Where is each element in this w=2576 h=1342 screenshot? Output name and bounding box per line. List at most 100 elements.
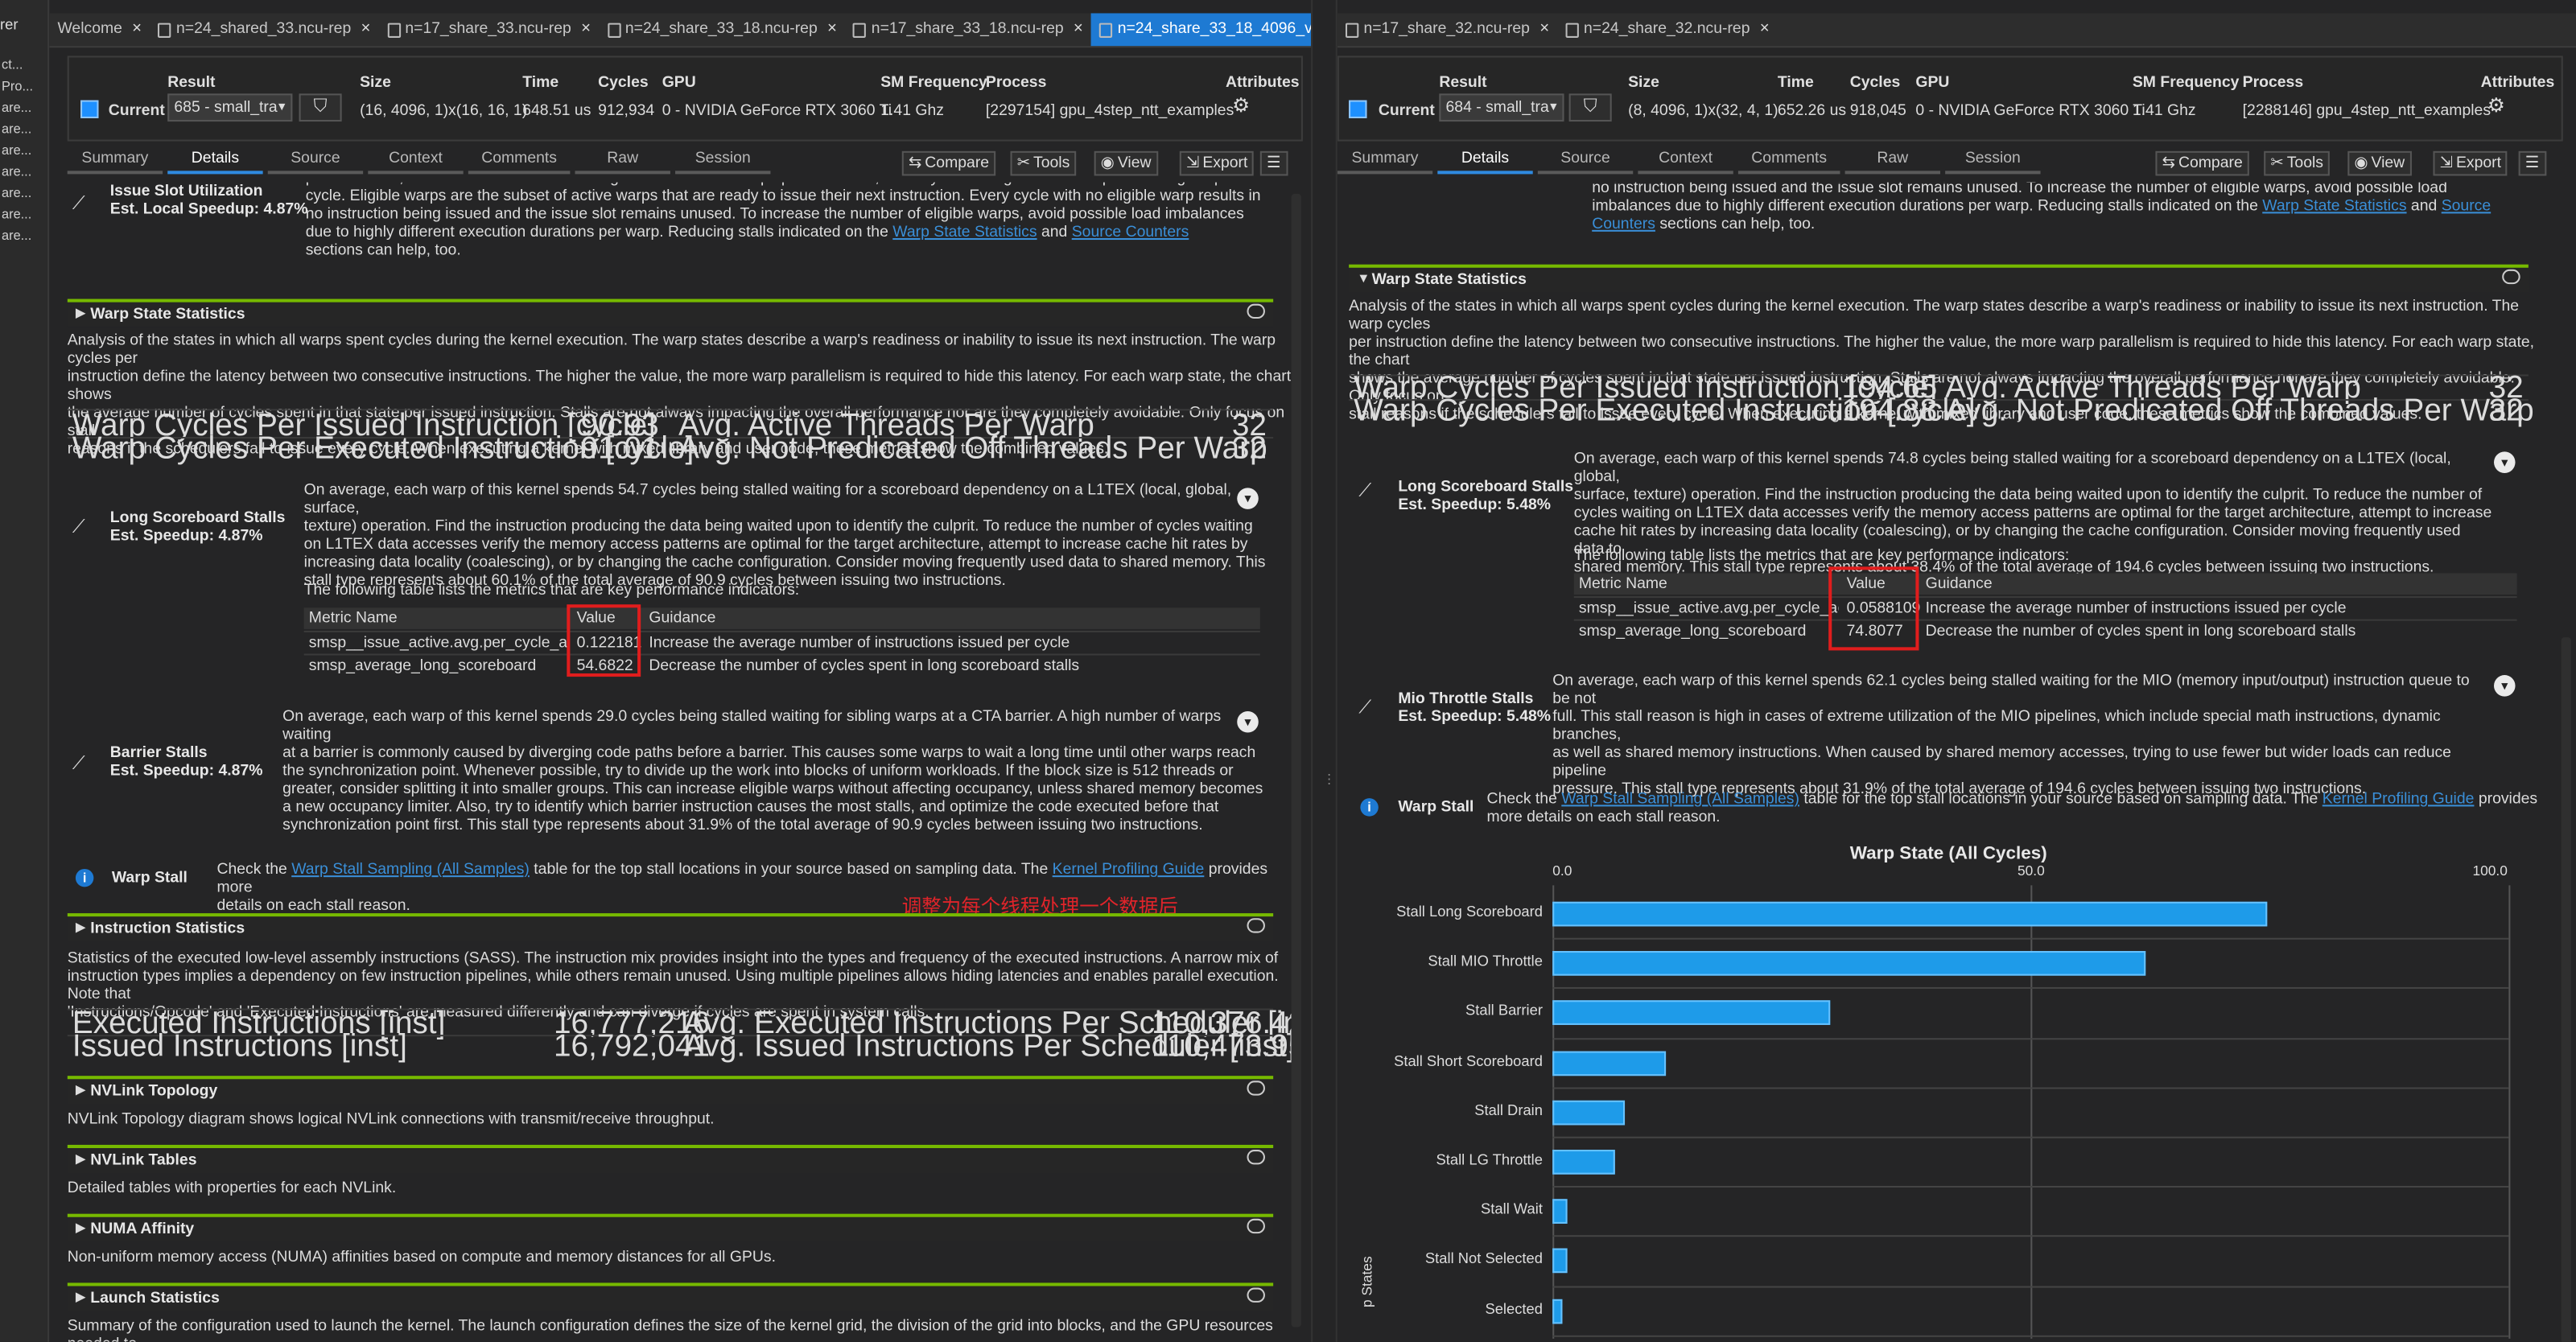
filter-button[interactable]: ⛉: [1568, 93, 1612, 122]
tab-session[interactable]: Session: [675, 148, 771, 175]
current-checkbox[interactable]: [1349, 100, 1367, 118]
tab-context[interactable]: Context: [1638, 148, 1733, 175]
explorer-item[interactable]: are...: [0, 118, 47, 140]
tab-raw[interactable]: Raw: [1844, 148, 1941, 175]
close-icon[interactable]: ×: [132, 13, 142, 46]
comment-icon[interactable]: [1247, 1150, 1265, 1165]
left-scrollbar[interactable]: [1291, 193, 1301, 1328]
warp-state-section-header[interactable]: ▶ Warp State Statistics: [67, 298, 1274, 327]
bar[interactable]: [1552, 1249, 1568, 1274]
y-category-label: Stall Long Scoreboard: [1396, 903, 1543, 920]
nvlink-topology-section-header[interactable]: ▶ NVLink Topology: [67, 1076, 1274, 1104]
source-counters-link[interactable]: Source: [2442, 197, 2491, 215]
close-icon[interactable]: ×: [827, 13, 837, 46]
close-icon[interactable]: ×: [581, 13, 591, 46]
view-button[interactable]: ◉ View: [1094, 150, 1158, 176]
file-tab[interactable]: n=24_share_32.ncu-rep ×: [1557, 13, 1778, 46]
export-button[interactable]: ⇲ Export: [1179, 150, 1255, 176]
tab-summary[interactable]: Summary: [67, 148, 163, 175]
tab-details[interactable]: Details: [1437, 148, 1533, 175]
explorer-item[interactable]: are...: [0, 161, 47, 183]
collapse-icon[interactable]: ▾: [1237, 710, 1259, 733]
launch-stats-section-header[interactable]: ▶ Launch Statistics: [67, 1282, 1274, 1311]
explorer-item[interactable]: are...: [0, 183, 47, 204]
gear-icon[interactable]: ⚙: [1232, 93, 1250, 117]
file-tab[interactable]: n=17_share_33.ncu-rep ×: [379, 13, 600, 46]
compare-button[interactable]: ⇆ Compare: [2155, 150, 2249, 176]
current-checkbox[interactable]: [80, 100, 99, 118]
comment-icon[interactable]: [2502, 269, 2520, 285]
warp-state-link[interactable]: Warp State Statistics: [892, 224, 1037, 241]
explorer-item[interactable]: are...: [0, 204, 47, 225]
explorer-item[interactable]: are...: [0, 225, 47, 247]
right-scrollbar[interactable]: [2561, 637, 2571, 1342]
comment-icon[interactable]: [1247, 918, 1265, 933]
close-icon[interactable]: ×: [1074, 13, 1083, 46]
file-tab[interactable]: Welcome ×: [49, 13, 150, 46]
bar[interactable]: [1552, 901, 2268, 927]
warp-state-link[interactable]: Warp State Statistics: [2262, 197, 2406, 215]
bar[interactable]: [1552, 1050, 1666, 1076]
tools-button[interactable]: ✂ Tools: [2264, 150, 2331, 176]
tab-session[interactable]: Session: [1945, 148, 2041, 175]
tab-source[interactable]: Source: [1537, 148, 1634, 175]
result-select[interactable]: 685 - small_tra ▼: [167, 93, 293, 122]
result-select[interactable]: 684 - small_tra ▼: [1439, 93, 1564, 122]
warp-state-section-header[interactable]: ▼ Warp State Statistics: [1349, 264, 2529, 293]
collapse-icon[interactable]: ▾: [2493, 451, 2516, 473]
file-tab[interactable]: n=24_share_33_18.ncu-rep ×: [599, 13, 845, 46]
close-icon[interactable]: ×: [361, 13, 371, 46]
comment-icon[interactable]: [1247, 303, 1265, 319]
panel-splitter[interactable]: ⋮: [1311, 0, 1337, 1342]
menu-button[interactable]: ☰: [2518, 150, 2546, 176]
close-icon[interactable]: ×: [1760, 13, 1770, 46]
bar[interactable]: [1552, 1001, 1830, 1026]
bar[interactable]: [1552, 1298, 1564, 1323]
warp-stall-sampling-link[interactable]: Warp Stall Sampling (All Samples): [1561, 790, 1799, 808]
explorer-item[interactable]: are...: [0, 140, 47, 162]
tab-source[interactable]: Source: [267, 148, 364, 175]
explorer-item[interactable]: Pro...: [0, 76, 47, 97]
tab-context[interactable]: Context: [368, 148, 464, 175]
file-tab[interactable]: n=17_share_33_18.ncu-rep ×: [845, 13, 1091, 46]
long-scoreboard-text: On average, each warp of this kernel spe…: [304, 481, 1273, 590]
bar[interactable]: [1552, 1150, 1616, 1175]
gear-icon[interactable]: ⚙: [2487, 93, 2505, 117]
tab-comments[interactable]: Comments: [1737, 148, 1840, 175]
file-tab[interactable]: n=17_share_32.ncu-rep ×: [1337, 13, 1558, 46]
bar[interactable]: [1552, 1100, 1625, 1126]
source-counters-link[interactable]: Counters: [1592, 215, 1655, 233]
export-label: Export: [1202, 154, 1248, 173]
instruction-stats-section-header[interactable]: ▶ Instruction Statistics: [67, 913, 1274, 941]
bar[interactable]: [1552, 951, 2147, 977]
text: sections can help, too.: [305, 241, 461, 260]
tab-raw[interactable]: Raw: [575, 148, 670, 175]
close-icon[interactable]: ×: [1539, 13, 1549, 46]
kernel-profiling-guide-link[interactable]: Kernel Profiling Guide: [2323, 790, 2475, 808]
collapse-icon[interactable]: ▾: [1237, 488, 1259, 509]
explorer-item[interactable]: are...: [0, 97, 47, 118]
explorer-item[interactable]: ct...: [0, 54, 47, 76]
nvlink-tables-section-header[interactable]: ▶ NVLink Tables: [67, 1144, 1274, 1173]
file-tab[interactable]: n=24_share_33_18_4096_v2.ncu-rep×: [1091, 13, 1312, 47]
comment-icon[interactable]: [1247, 1287, 1265, 1303]
numa-section-header[interactable]: ▶ NUMA Affinity: [67, 1213, 1274, 1242]
kernel-profiling-guide-link[interactable]: Kernel Profiling Guide: [1053, 861, 1205, 879]
tab-summary[interactable]: Summary: [1337, 148, 1433, 175]
export-button[interactable]: ⇲ Export: [2433, 150, 2508, 176]
file-tab[interactable]: n=24_shared_33.ncu-rep ×: [150, 13, 378, 46]
collapse-icon[interactable]: ▾: [2493, 675, 2516, 697]
source-counters-link[interactable]: Source Counters: [1072, 224, 1189, 241]
tab-details[interactable]: Details: [167, 148, 263, 175]
comment-icon[interactable]: [1247, 1081, 1265, 1096]
warp-stall-sampling-link[interactable]: Warp Stall Sampling (All Samples): [291, 861, 530, 879]
bar[interactable]: [1552, 1199, 1568, 1225]
filter-button[interactable]: ⛉: [299, 93, 342, 122]
comment-icon[interactable]: [1247, 1218, 1265, 1234]
menu-button[interactable]: ☰: [1259, 150, 1288, 176]
kpi-guidance: Decrease the number of cycles spent in l…: [649, 657, 1080, 676]
tools-button[interactable]: ✂ Tools: [1010, 150, 1077, 176]
compare-button[interactable]: ⇆ Compare: [901, 150, 996, 176]
tab-comments[interactable]: Comments: [468, 148, 571, 175]
view-button[interactable]: ◉ View: [2347, 150, 2412, 176]
